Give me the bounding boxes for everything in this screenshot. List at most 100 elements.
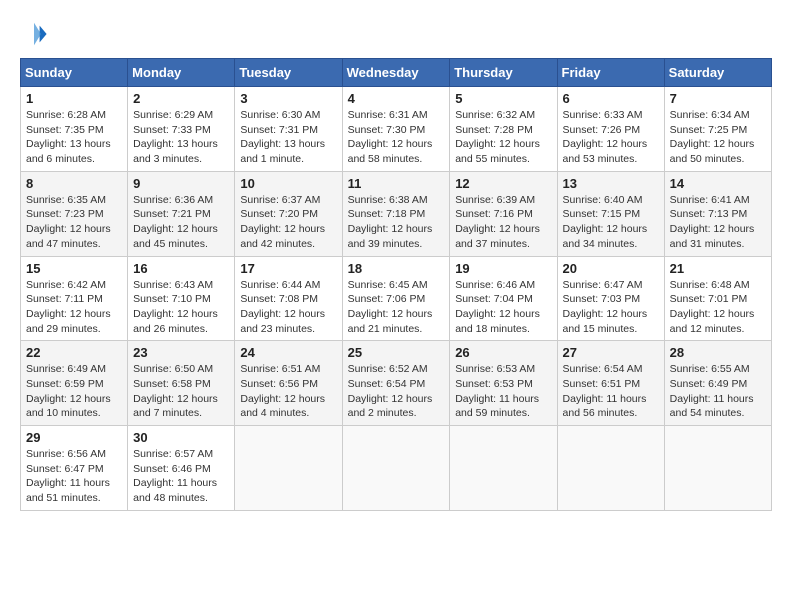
day-number: 20 — [563, 261, 659, 276]
day-info: Sunrise: 6:45 AMSunset: 7:06 PMDaylight:… — [348, 278, 445, 337]
day-cell: 23 Sunrise: 6:50 AMSunset: 6:58 PMDayligh… — [128, 341, 235, 426]
day-cell: 29 Sunrise: 6:56 AMSunset: 6:47 PMDayligh… — [21, 426, 128, 511]
day-cell — [557, 426, 664, 511]
day-cell: 16 Sunrise: 6:43 AMSunset: 7:10 PMDayligh… — [128, 256, 235, 341]
day-number: 4 — [348, 91, 445, 106]
day-cell: 8 Sunrise: 6:35 AMSunset: 7:23 PMDaylight… — [21, 171, 128, 256]
day-number: 27 — [563, 345, 659, 360]
day-cell: 10 Sunrise: 6:37 AMSunset: 7:20 PMDayligh… — [235, 171, 342, 256]
header-saturday: Saturday — [664, 59, 771, 87]
day-number: 6 — [563, 91, 659, 106]
header-friday: Friday — [557, 59, 664, 87]
day-number: 8 — [26, 176, 122, 191]
day-number: 24 — [240, 345, 336, 360]
day-cell: 24 Sunrise: 6:51 AMSunset: 6:56 PMDayligh… — [235, 341, 342, 426]
day-cell: 25Sunrise: 6:52 AMSunset: 6:54 PMDayligh… — [342, 341, 450, 426]
day-number: 22 — [26, 345, 122, 360]
day-number: 16 — [133, 261, 229, 276]
day-info: Sunrise: 6:40 AMSunset: 7:15 PMDaylight:… — [563, 193, 659, 252]
header-thursday: Thursday — [450, 59, 557, 87]
day-cell: 6 Sunrise: 6:33 AMSunset: 7:26 PMDaylight… — [557, 87, 664, 172]
header-monday: Monday — [128, 59, 235, 87]
day-number: 14 — [670, 176, 766, 191]
week-row-1: 1 Sunrise: 6:28 AMSunset: 7:35 PMDaylight… — [21, 87, 772, 172]
day-cell: 4 Sunrise: 6:31 AMSunset: 7:30 PMDaylight… — [342, 87, 450, 172]
day-info: Sunrise: 6:50 AMSunset: 6:58 PMDaylight:… — [133, 362, 229, 421]
week-row-2: 8 Sunrise: 6:35 AMSunset: 7:23 PMDaylight… — [21, 171, 772, 256]
day-cell: 1 Sunrise: 6:28 AMSunset: 7:35 PMDaylight… — [21, 87, 128, 172]
week-row-3: 15Sunrise: 6:42 AMSunset: 7:11 PMDayligh… — [21, 256, 772, 341]
day-number: 26 — [455, 345, 551, 360]
day-cell: 12 Sunrise: 6:39 AMSunset: 7:16 PMDayligh… — [450, 171, 557, 256]
day-info: Sunrise: 6:47 AMSunset: 7:03 PMDaylight:… — [563, 278, 659, 337]
day-cell: 3 Sunrise: 6:30 AMSunset: 7:31 PMDaylight… — [235, 87, 342, 172]
page-header — [20, 20, 772, 48]
day-info: Sunrise: 6:39 AMSunset: 7:16 PMDaylight:… — [455, 193, 551, 252]
day-cell: 17Sunrise: 6:44 AMSunset: 7:08 PMDayligh… — [235, 256, 342, 341]
day-number: 17 — [240, 261, 336, 276]
day-info: Sunrise: 6:29 AMSunset: 7:33 PMDaylight:… — [133, 108, 229, 167]
day-cell: 27 Sunrise: 6:54 AMSunset: 6:51 PMDayligh… — [557, 341, 664, 426]
day-info: Sunrise: 6:28 AMSunset: 7:35 PMDaylight:… — [26, 108, 122, 167]
day-cell: 21 Sunrise: 6:48 AMSunset: 7:01 PMDayligh… — [664, 256, 771, 341]
day-cell: 13Sunrise: 6:40 AMSunset: 7:15 PMDayligh… — [557, 171, 664, 256]
day-number: 3 — [240, 91, 336, 106]
header-row: SundayMondayTuesdayWednesdayThursdayFrid… — [21, 59, 772, 87]
day-cell: 30 Sunrise: 6:57 AMSunset: 6:46 PMDayligh… — [128, 426, 235, 511]
day-info: Sunrise: 6:46 AMSunset: 7:04 PMDaylight:… — [455, 278, 551, 337]
week-row-4: 22 Sunrise: 6:49 AMSunset: 6:59 PMDayligh… — [21, 341, 772, 426]
day-info: Sunrise: 6:56 AMSunset: 6:47 PMDaylight:… — [26, 447, 122, 506]
day-cell: 7Sunrise: 6:34 AMSunset: 7:25 PMDaylight… — [664, 87, 771, 172]
day-info: Sunrise: 6:33 AMSunset: 7:26 PMDaylight:… — [563, 108, 659, 167]
day-info: Sunrise: 6:30 AMSunset: 7:31 PMDaylight:… — [240, 108, 336, 167]
day-number: 5 — [455, 91, 551, 106]
day-info: Sunrise: 6:48 AMSunset: 7:01 PMDaylight:… — [670, 278, 766, 337]
calendar-table: SundayMondayTuesdayWednesdayThursdayFrid… — [20, 58, 772, 511]
day-cell: 2 Sunrise: 6:29 AMSunset: 7:33 PMDaylight… — [128, 87, 235, 172]
day-cell: 11Sunrise: 6:38 AMSunset: 7:18 PMDayligh… — [342, 171, 450, 256]
day-number: 11 — [348, 176, 445, 191]
day-info: Sunrise: 6:57 AMSunset: 6:46 PMDaylight:… — [133, 447, 229, 506]
day-info: Sunrise: 6:51 AMSunset: 6:56 PMDaylight:… — [240, 362, 336, 421]
header-tuesday: Tuesday — [235, 59, 342, 87]
day-info: Sunrise: 6:41 AMSunset: 7:13 PMDaylight:… — [670, 193, 766, 252]
day-cell: 5 Sunrise: 6:32 AMSunset: 7:28 PMDaylight… — [450, 87, 557, 172]
day-number: 19 — [455, 261, 551, 276]
day-number: 2 — [133, 91, 229, 106]
day-info: Sunrise: 6:37 AMSunset: 7:20 PMDaylight:… — [240, 193, 336, 252]
day-info: Sunrise: 6:35 AMSunset: 7:23 PMDaylight:… — [26, 193, 122, 252]
day-cell — [342, 426, 450, 511]
day-cell: 14 Sunrise: 6:41 AMSunset: 7:13 PMDayligh… — [664, 171, 771, 256]
day-info: Sunrise: 6:43 AMSunset: 7:10 PMDaylight:… — [133, 278, 229, 337]
day-cell: 15Sunrise: 6:42 AMSunset: 7:11 PMDayligh… — [21, 256, 128, 341]
day-number: 29 — [26, 430, 122, 445]
day-info: Sunrise: 6:36 AMSunset: 7:21 PMDaylight:… — [133, 193, 229, 252]
header-sunday: Sunday — [21, 59, 128, 87]
day-number: 21 — [670, 261, 766, 276]
logo — [20, 20, 52, 48]
day-cell: 9 Sunrise: 6:36 AMSunset: 7:21 PMDaylight… — [128, 171, 235, 256]
day-info: Sunrise: 6:42 AMSunset: 7:11 PMDaylight:… — [26, 278, 122, 337]
day-info: Sunrise: 6:53 AMSunset: 6:53 PMDaylight:… — [455, 362, 551, 421]
day-info: Sunrise: 6:31 AMSunset: 7:30 PMDaylight:… — [348, 108, 445, 167]
day-info: Sunrise: 6:54 AMSunset: 6:51 PMDaylight:… — [563, 362, 659, 421]
day-cell: 19 Sunrise: 6:46 AMSunset: 7:04 PMDayligh… — [450, 256, 557, 341]
day-number: 30 — [133, 430, 229, 445]
day-info: Sunrise: 6:49 AMSunset: 6:59 PMDaylight:… — [26, 362, 122, 421]
day-number: 9 — [133, 176, 229, 191]
day-number: 12 — [455, 176, 551, 191]
day-number: 18 — [348, 261, 445, 276]
day-cell: 22 Sunrise: 6:49 AMSunset: 6:59 PMDayligh… — [21, 341, 128, 426]
day-number: 1 — [26, 91, 122, 106]
day-number: 10 — [240, 176, 336, 191]
day-number: 23 — [133, 345, 229, 360]
day-cell: 20 Sunrise: 6:47 AMSunset: 7:03 PMDayligh… — [557, 256, 664, 341]
day-number: 28 — [670, 345, 766, 360]
day-info: Sunrise: 6:32 AMSunset: 7:28 PMDaylight:… — [455, 108, 551, 167]
header-wednesday: Wednesday — [342, 59, 450, 87]
day-cell — [664, 426, 771, 511]
day-cell — [235, 426, 342, 511]
day-info: Sunrise: 6:52 AMSunset: 6:54 PMDaylight:… — [348, 362, 445, 421]
day-cell: 18 Sunrise: 6:45 AMSunset: 7:06 PMDayligh… — [342, 256, 450, 341]
day-cell — [450, 426, 557, 511]
